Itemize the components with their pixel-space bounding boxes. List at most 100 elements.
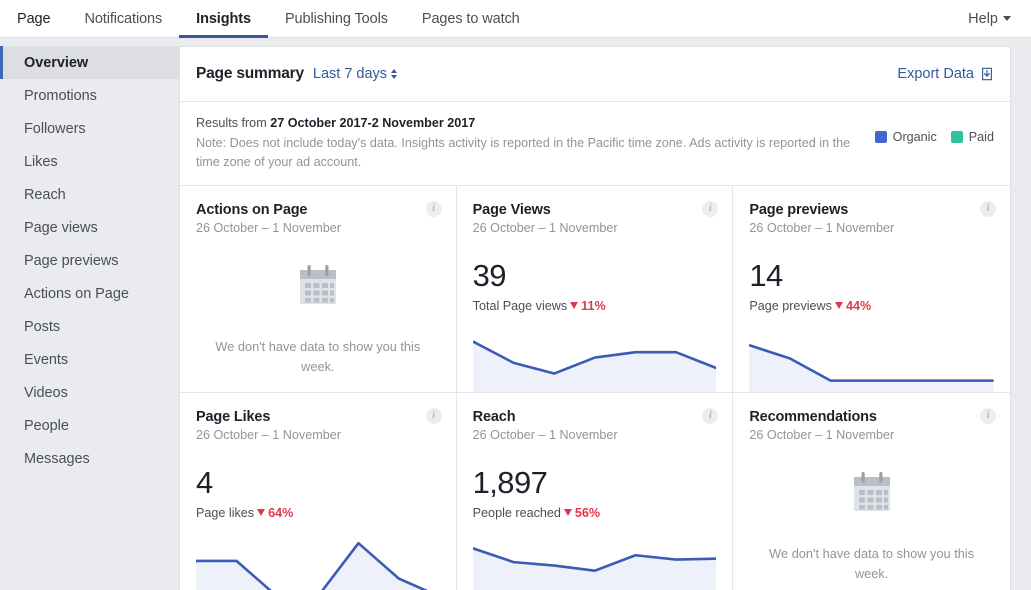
sparkline-area <box>196 542 426 590</box>
metric-label-row: Page likes 64% <box>196 506 440 520</box>
sparkline-chart <box>749 330 994 392</box>
metric-label-row: Page previews 44% <box>749 299 994 313</box>
tab-notifications[interactable]: Notifications <box>67 0 179 37</box>
page-summary-panel: Page summary Last 7 days Export Data Res… <box>179 46 1011 590</box>
info-icon[interactable]: i <box>979 200 996 217</box>
metric-delta: 44% <box>834 299 871 313</box>
top-navigation-bar: Page Notifications Insights Publishing Tool… <box>0 0 1031 38</box>
sparkline-wrapper <box>196 537 440 590</box>
sidebar-item-label: Page views <box>24 219 98 236</box>
metric-card-title: Page Likes <box>196 408 271 425</box>
metric-value: 1,897 <box>472 464 548 500</box>
sidebar-item-page-views[interactable]: Page views <box>0 211 179 244</box>
metric-card-grid: Actions on Page 26 October – 1 November i W… <box>180 185 1010 590</box>
calendar-icon <box>853 472 890 512</box>
sidebar-item-page-previews[interactable]: Page previews <box>0 244 179 277</box>
empty-state-message: We don't have data to show you this week… <box>215 339 421 375</box>
metric-card-actions-on-page[interactable]: Actions on Page 26 October – 1 November i W… <box>180 185 457 393</box>
sidebar-item-likes[interactable]: Likes <box>0 145 179 178</box>
metric-card-date-range: 26 October – 1 November <box>196 220 341 235</box>
calendar-icon-wrapper <box>294 262 342 315</box>
info-icon[interactable]: i <box>979 407 996 424</box>
results-date-range: 27 October 2017-2 November 2017 <box>270 116 476 130</box>
tab-insights[interactable]: Insights <box>179 0 268 38</box>
metric-delta: 11% <box>570 299 606 313</box>
metric-label: Page likes <box>196 505 255 520</box>
sparkline-chart <box>472 330 717 392</box>
triangle-down-icon <box>834 302 843 310</box>
tab-pages-to-watch[interactable]: Pages to watch <box>405 0 537 37</box>
info-icon[interactable]: i <box>702 407 719 424</box>
sidebar-item-label: People <box>24 417 69 434</box>
help-label: Help <box>968 10 998 27</box>
metric-card-page-likes[interactable]: Page Likes 26 October – 1 November i 4 Page … <box>180 392 457 590</box>
sparkline-wrapper <box>472 330 717 392</box>
sidebar-item-label: Promotions <box>24 87 97 104</box>
sidebar-item-people[interactable]: People <box>0 409 179 442</box>
metric-card-date-range: 26 October – 1 November <box>749 220 895 235</box>
main-content: Page summary Last 7 days Export Data Res… <box>179 38 1031 590</box>
legend-item-organic: Organic <box>874 130 937 144</box>
metric-card-date-range: 26 October – 1 November <box>749 427 895 442</box>
chart-legend: Organic Paid <box>874 114 994 144</box>
metric-card-page-previews[interactable]: Page previews 26 October – 1 November i 14 P… <box>733 185 1010 393</box>
export-data-button[interactable]: Export Data <box>897 66 994 82</box>
info-icon[interactable]: i <box>425 200 442 217</box>
metric-card-recommendations[interactable]: Recommendations 26 October – 1 November i W… <box>733 392 1010 590</box>
sidebar-item-posts[interactable]: Posts <box>0 310 179 343</box>
calendar-icon-wrapper <box>848 469 896 522</box>
sidebar-item-label: Actions on Page <box>24 285 129 302</box>
sparkline-wrapper <box>749 330 994 392</box>
empty-state: We don't have data to show you this week… <box>180 248 456 392</box>
info-icon[interactable]: i <box>702 200 719 217</box>
results-note-strip: Results from 27 October 2017-2 November … <box>180 102 1010 186</box>
top-nav-right: Help <box>968 0 1013 37</box>
legend-label: Organic <box>892 130 937 144</box>
download-icon <box>982 67 992 81</box>
sidebar-item-overview[interactable]: Overview <box>0 46 179 79</box>
sidebar-item-messages[interactable]: Messages <box>0 442 179 475</box>
date-range-selector[interactable]: Last 7 days <box>312 66 398 82</box>
sidebar-item-label: Posts <box>24 318 61 335</box>
date-range-label: Last 7 days <box>312 66 388 82</box>
legend-swatch-organic <box>874 131 887 143</box>
metric-card-page-views[interactable]: Page Views 26 October – 1 November i 39 Tota… <box>456 185 734 393</box>
metric-label: Page previews <box>749 298 832 313</box>
tab-page[interactable]: Page <box>0 0 67 37</box>
sidebar-item-label: Page previews <box>24 252 119 269</box>
metric-card-reach[interactable]: Reach 26 October – 1 November i 1,897 People… <box>456 392 734 590</box>
sparkline-area <box>749 344 994 392</box>
sidebar-item-label: Overview <box>24 54 89 71</box>
legend-item-paid: Paid <box>950 130 994 144</box>
sidebar-item-followers[interactable]: Followers <box>0 112 179 145</box>
metric-card-date-range: 26 October – 1 November <box>472 427 618 442</box>
help-menu-button[interactable]: Help <box>968 11 1013 27</box>
metric-card-title: Page Views <box>472 201 551 218</box>
calendar-icon <box>299 265 336 305</box>
results-prefix: Results from <box>196 116 271 130</box>
sidebar-item-promotions[interactable]: Promotions <box>0 79 179 112</box>
metric-label-row: People reached 56% <box>473 506 717 520</box>
triangle-down-icon <box>257 509 266 517</box>
tab-publishing-tools[interactable]: Publishing Tools <box>268 0 405 37</box>
sidebar-item-videos[interactable]: Videos <box>0 376 179 409</box>
insights-sidebar: Overview Promotions Followers Likes Reach Pag… <box>0 38 179 590</box>
sidebar-item-reach[interactable]: Reach <box>0 178 179 211</box>
sidebar-item-label: Likes <box>24 153 58 170</box>
export-data-label: Export Data <box>897 66 974 82</box>
sidebar-item-label: Followers <box>24 120 86 137</box>
triangle-down-icon <box>570 302 579 310</box>
legend-label: Paid <box>968 130 994 144</box>
metric-delta: 56% <box>563 506 600 520</box>
metric-label: Total Page views <box>472 298 568 313</box>
sidebar-item-events[interactable]: Events <box>0 343 179 376</box>
metric-card-date-range: 26 October – 1 November <box>472 220 618 235</box>
info-icon[interactable]: i <box>425 407 442 424</box>
top-nav-tabs: Page Notifications Insights Publishing Tool… <box>0 0 537 38</box>
triangle-down-icon <box>563 509 572 517</box>
sparkline-wrapper <box>472 537 717 590</box>
sparkline-chart <box>196 537 440 590</box>
sidebar-item-actions-on-page[interactable]: Actions on Page <box>0 277 179 310</box>
empty-state-message: We don't have data to show you this week… <box>769 546 975 582</box>
results-note-text: Results from 27 October 2017-2 November … <box>196 114 875 171</box>
